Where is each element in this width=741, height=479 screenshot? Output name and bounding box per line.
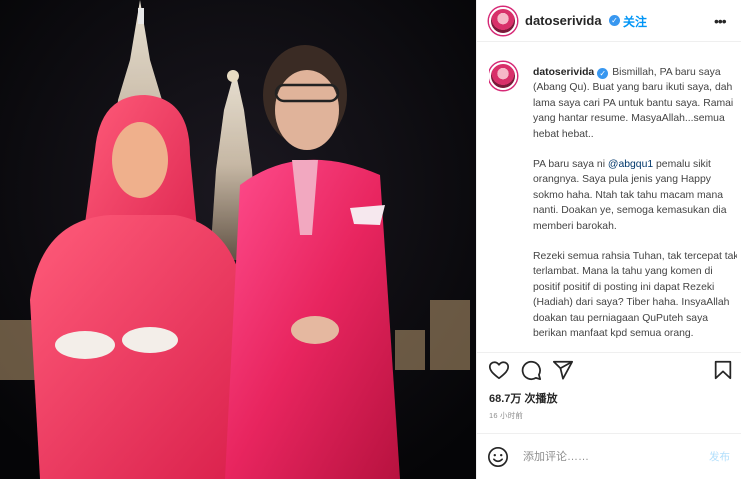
caption-paragraph-1: datoserivida ✓ Bismillah, PA baru saya (Ab… xyxy=(533,65,737,142)
action-bar xyxy=(477,352,741,386)
caption-text: datoserivida ✓ Bismillah, PA baru saya (Ab… xyxy=(533,65,737,350)
mention-link[interactable]: @abgqu1 xyxy=(608,159,653,170)
post-video[interactable] xyxy=(0,0,476,479)
heart-icon[interactable] xyxy=(488,359,510,381)
caption-paragraph-2: PA baru saya ni @abgqu1 pemalu sikit ora… xyxy=(533,157,737,234)
avatar[interactable] xyxy=(489,7,517,35)
instagram-post: datoserivida ✓ 关注 ••• datoserivida ✓ Bismi… xyxy=(0,0,741,479)
post-header: datoserivida ✓ 关注 ••• xyxy=(477,0,741,42)
emoji-icon[interactable] xyxy=(487,446,509,468)
view-count[interactable]: 68.7万 次播放 xyxy=(489,390,557,406)
caption-paragraph-3: Rezeki semua rahsia Tuhan, tak tercepat … xyxy=(533,249,737,341)
post-sidebar: datoserivida ✓ 关注 ••• datoserivida ✓ Bismi… xyxy=(476,0,741,479)
verified-badge-icon: ✓ xyxy=(597,68,609,79)
more-icon[interactable]: ••• xyxy=(714,13,727,29)
post-timestamp[interactable]: 16 小时前 xyxy=(489,410,523,421)
caption: datoserivida ✓ Bismillah, PA baru saya (Ab… xyxy=(489,60,737,350)
caption-body-2a: PA baru saya ni xyxy=(533,159,606,171)
video-frame-image xyxy=(0,0,476,479)
verified-badge-icon: ✓ xyxy=(609,15,620,26)
post-comment-button[interactable]: 发布 xyxy=(709,449,730,464)
header-username[interactable]: datoserivida xyxy=(525,13,602,28)
comment-input[interactable] xyxy=(521,446,695,468)
share-icon[interactable] xyxy=(552,359,574,381)
comment-box: 发布 xyxy=(477,433,741,479)
caption-body-3: Rezeki semua rahsia Tuhan, tak tercepat … xyxy=(533,251,737,340)
bookmark-icon[interactable] xyxy=(712,359,734,381)
comment-icon[interactable] xyxy=(520,359,542,381)
follow-button[interactable]: 关注 xyxy=(623,13,647,30)
caption-avatar[interactable] xyxy=(489,62,517,90)
caption-username[interactable]: datoserivida xyxy=(533,67,594,78)
